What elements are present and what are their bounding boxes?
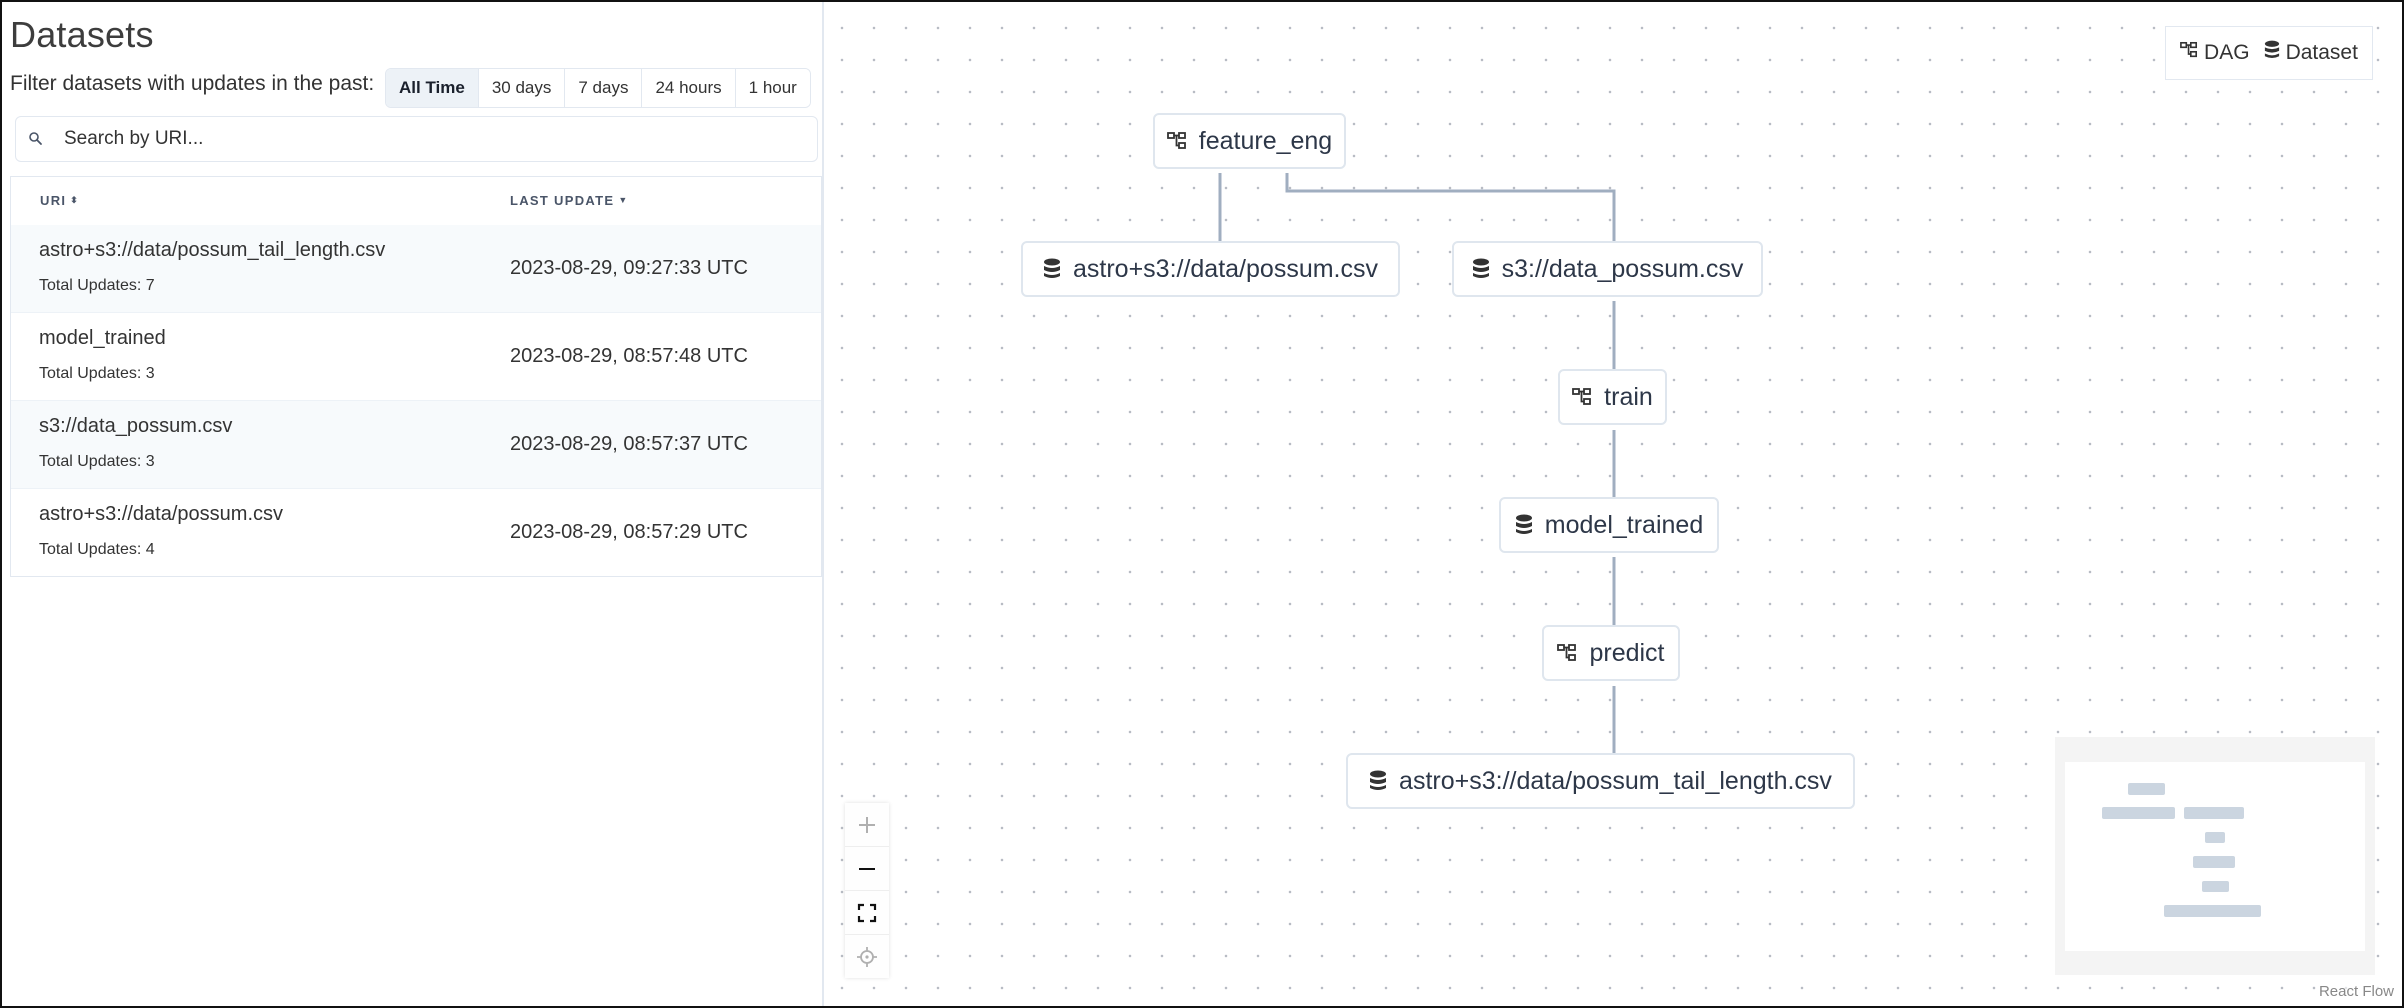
dataset-node-possum[interactable]: astro+s3://data/possum.csv <box>1021 241 1400 297</box>
center-view-button[interactable] <box>845 935 889 978</box>
filter-24-hours-button[interactable]: 24 hours <box>642 69 736 107</box>
node-label: train <box>1604 382 1653 411</box>
dag-node-feature-eng[interactable]: feature_eng <box>1153 113 1346 169</box>
legend-dag-label: DAG <box>2204 41 2250 64</box>
dataset-node-possum-tail-length[interactable]: astro+s3://data/possum_tail_length.csv <box>1346 753 1855 809</box>
row-total-updates: Total Updates: 4 <box>39 541 155 558</box>
node-label: astro+s3://data/possum.csv <box>1072 254 1378 283</box>
dag-node-predict[interactable]: predict <box>1542 625 1680 681</box>
minimap-node <box>2193 856 2235 868</box>
react-flow-attribution[interactable]: React Flow <box>2316 983 2396 1000</box>
column-header-uri-label: URI <box>40 193 67 208</box>
datasets-table: URI ⬍ LAST UPDATE ▼ astro+s3://data/poss… <box>10 176 822 577</box>
database-icon <box>2264 40 2280 66</box>
filter-30-days-button[interactable]: 30 days <box>478 69 566 107</box>
sort-descending-icon: ▼ <box>618 195 629 205</box>
table-row[interactable]: model_trained Total Updates: 3 2023-08-2… <box>11 313 821 401</box>
dag-icon <box>1166 131 1187 151</box>
row-total-updates: Total Updates: 7 <box>39 277 155 294</box>
search-box <box>15 116 818 162</box>
minimap-node <box>2128 783 2165 795</box>
search-input[interactable] <box>62 127 817 151</box>
node-label: feature_eng <box>1198 126 1333 155</box>
fit-view-icon <box>857 903 877 922</box>
sort-both-icon: ⬍ <box>70 195 80 205</box>
crosshair-icon <box>857 946 877 967</box>
database-icon <box>1369 770 1387 792</box>
row-last-update: 2023-08-29, 08:57:37 UTC <box>510 433 748 455</box>
dag-icon <box>2180 41 2198 65</box>
row-uri: model_trained <box>39 327 166 349</box>
zoom-out-button[interactable] <box>845 847 889 891</box>
row-total-updates: Total Updates: 3 <box>39 365 155 382</box>
fit-view-button[interactable] <box>845 891 889 935</box>
zoom-in-button[interactable] <box>845 803 889 847</box>
graph-controls <box>845 803 889 978</box>
database-icon <box>1472 258 1490 280</box>
legend-dataset-label: Dataset <box>2285 41 2358 64</box>
filter-1-hour-button[interactable]: 1 hour <box>735 69 810 107</box>
node-label: s3://data_possum.csv <box>1501 254 1744 283</box>
table-row[interactable]: s3://data_possum.csv Total Updates: 3 20… <box>11 401 821 489</box>
filter-all-time-button[interactable]: All Time <box>386 69 479 107</box>
minimap-node <box>2202 881 2229 892</box>
datasets-panel: Datasets Filter datasets with updates in… <box>0 0 822 1008</box>
column-header-uri[interactable]: URI ⬍ <box>40 193 79 208</box>
row-uri: astro+s3://data/possum_tail_length.csv <box>39 239 386 261</box>
minimap-node <box>2184 807 2244 819</box>
dag-icon <box>1557 643 1577 663</box>
page-title: Datasets <box>10 14 154 55</box>
row-last-update: 2023-08-29, 08:57:29 UTC <box>510 521 748 543</box>
time-filter-group: All Time 30 days 7 days 24 hours 1 hour <box>385 68 811 108</box>
plus-icon <box>859 816 875 833</box>
minimap-node <box>2102 807 2175 819</box>
table-row[interactable]: astro+s3://data/possum_tail_length.csv T… <box>11 225 821 313</box>
column-header-last-update[interactable]: LAST UPDATE ▼ <box>510 193 629 208</box>
filter-label: Filter datasets with updates in the past… <box>10 72 375 95</box>
row-uri: astro+s3://data/possum.csv <box>39 503 284 525</box>
row-uri: s3://data_possum.csv <box>39 415 233 437</box>
row-last-update: 2023-08-29, 09:27:33 UTC <box>510 257 748 279</box>
row-total-updates: Total Updates: 3 <box>39 453 155 470</box>
search-icon <box>28 131 44 147</box>
graph-minimap[interactable] <box>2055 737 2375 975</box>
node-label: model_trained <box>1544 510 1704 539</box>
minimap-node <box>2205 832 2225 843</box>
dag-icon <box>1572 387 1592 407</box>
table-body: astro+s3://data/possum_tail_length.csv T… <box>11 225 821 576</box>
minimap-node <box>2164 905 2261 917</box>
graph-legend: DAG Dataset <box>2165 26 2373 80</box>
dataset-node-model-trained[interactable]: model_trained <box>1499 497 1719 553</box>
row-last-update: 2023-08-29, 08:57:48 UTC <box>510 345 748 367</box>
database-icon <box>1515 514 1533 536</box>
dataset-node-data-possum[interactable]: s3://data_possum.csv <box>1452 241 1763 297</box>
node-label: predict <box>1589 638 1665 667</box>
minus-icon <box>859 867 875 870</box>
table-row[interactable]: astro+s3://data/possum.csv Total Updates… <box>11 489 821 576</box>
column-header-last-update-label: LAST UPDATE <box>510 193 615 208</box>
minimap-viewport[interactable] <box>2065 762 2365 951</box>
dag-node-train[interactable]: train <box>1558 369 1667 425</box>
database-icon <box>1043 258 1061 280</box>
node-label: astro+s3://data/possum_tail_length.csv <box>1399 766 1832 795</box>
filter-7-days-button[interactable]: 7 days <box>565 69 643 107</box>
